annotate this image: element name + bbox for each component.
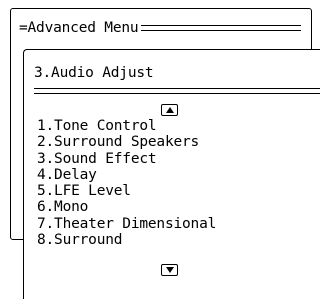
- scroll-down-button[interactable]: [161, 264, 178, 276]
- advanced-menu-title: =Advanced Menu: [19, 20, 139, 36]
- menu-item-sound-effect[interactable]: 3.Sound Effect: [37, 151, 216, 167]
- audio-adjust-title: 3.Audio Adjust: [34, 65, 154, 81]
- menu-item-lfe-level[interactable]: 5.LFE Level: [37, 183, 216, 199]
- down-arrow-icon: [165, 267, 174, 273]
- menu-item-theater-dimensional[interactable]: 7.Theater Dimensional: [37, 216, 216, 232]
- audio-adjust-panel: 3.Audio Adjust 1.Tone Control 2.Surround…: [23, 49, 320, 299]
- menu-item-tone-control[interactable]: 1.Tone Control: [37, 118, 216, 134]
- menu-item-surround-speakers[interactable]: 2.Surround Speakers: [37, 134, 216, 150]
- title-double-rule: [141, 25, 301, 31]
- audio-adjust-menu-list: 1.Tone Control 2.Surround Speakers 3.Sou…: [37, 118, 216, 248]
- advanced-menu-header: =Advanced Menu: [19, 19, 301, 37]
- menu-item-delay[interactable]: 4.Delay: [37, 167, 216, 183]
- header-double-rule: [34, 88, 320, 94]
- menu-item-mono[interactable]: 6.Mono: [37, 199, 216, 215]
- scroll-up-button[interactable]: [161, 104, 178, 116]
- menu-item-surround[interactable]: 8.Surround: [37, 232, 216, 248]
- up-arrow-icon: [165, 107, 174, 113]
